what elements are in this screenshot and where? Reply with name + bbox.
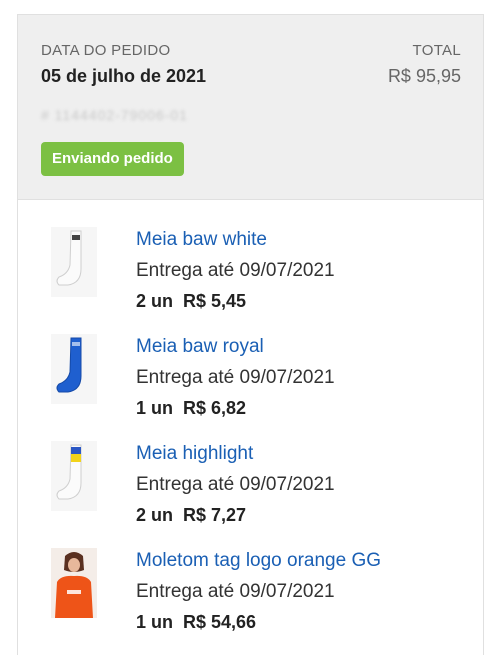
- item-delivery-date: Entrega até 09/07/2021: [136, 367, 335, 388]
- item-quantity: 2 un: [136, 505, 174, 525]
- item-name-link[interactable]: Moletom tag logo orange GG: [136, 550, 381, 572]
- yellow-blue-sock-thumbnail[interactable]: [51, 441, 97, 511]
- total-value: R$ 95,95: [387, 66, 461, 86]
- blue-sock-thumbnail[interactable]: [51, 334, 97, 404]
- item-quantity: 2 un: [136, 291, 174, 311]
- item-name-link[interactable]: Meia baw royal: [136, 336, 264, 358]
- item-name-link[interactable]: Meia highlight: [136, 443, 253, 465]
- item-quantity: 1 un: [136, 398, 174, 418]
- item-qty-price: 1 un R$ 54,66: [136, 612, 256, 633]
- item-qty-price: 2 un R$ 7,27: [136, 505, 246, 526]
- item-name-link[interactable]: Meia baw white: [136, 229, 267, 251]
- item-delivery-date: Entrega até 09/07/2021: [136, 474, 335, 495]
- order-item: Meia highlight Entrega até 09/07/2021 2 …: [18, 441, 483, 541]
- order-item: Moletom tag logo orange GG Entrega até 0…: [18, 548, 483, 648]
- item-quantity: 1 un: [136, 612, 174, 632]
- status-badge: Enviando pedido: [41, 142, 184, 176]
- order-number: # 1144402-79006-01: [41, 107, 188, 123]
- order-date-label: DATA DO PEDIDO: [41, 42, 171, 59]
- item-delivery-date: Entrega até 09/07/2021: [136, 581, 335, 602]
- order-item: Meia baw white Entrega até 09/07/2021 2 …: [18, 227, 483, 327]
- order-card: DATA DO PEDIDO 05 de julho de 2021 TOTAL…: [17, 14, 484, 655]
- item-delivery-date: Entrega até 09/07/2021: [136, 260, 335, 281]
- order-item: Meia baw royal Entrega até 09/07/2021 1 …: [18, 334, 483, 434]
- item-price: R$ 5,45: [183, 291, 247, 311]
- orange-hoodie-thumbnail[interactable]: [51, 548, 97, 618]
- item-qty-price: 2 un R$ 5,45: [136, 291, 246, 312]
- item-qty-price: 1 un R$ 6,82: [136, 398, 246, 419]
- order-date: 05 de julho de 2021: [41, 66, 207, 86]
- item-price: R$ 6,82: [183, 398, 247, 418]
- total-label: TOTAL: [412, 42, 461, 59]
- white-sock-thumbnail[interactable]: [51, 227, 97, 297]
- order-header: DATA DO PEDIDO 05 de julho de 2021 TOTAL…: [18, 15, 483, 200]
- item-price: R$ 54,66: [183, 612, 257, 632]
- item-price: R$ 7,27: [183, 505, 247, 525]
